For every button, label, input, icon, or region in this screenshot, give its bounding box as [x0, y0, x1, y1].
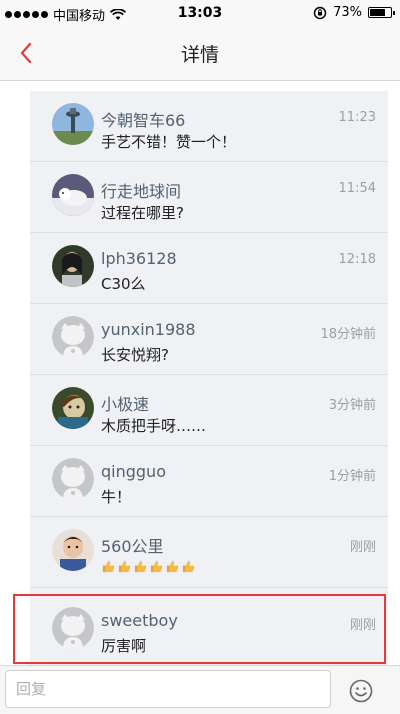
- comment-text: 手艺不错！赞一个！: [101, 133, 237, 151]
- battery-level: [370, 9, 385, 16]
- comment-time: 1分钟前: [328, 469, 376, 484]
- status-right: 73%: [313, 5, 395, 20]
- comment-time: 18分钟前: [320, 327, 376, 342]
- comment-list[interactable]: 今朝智车66 手艺不错！赞一个！ 11:23 行走地球间 过程在哪里? 11:5…: [30, 91, 388, 665]
- comment-author[interactable]: yunxin1988: [101, 320, 196, 339]
- avatar[interactable]: [52, 174, 94, 216]
- navigation-bar: 详情: [0, 26, 400, 81]
- comment-author[interactable]: qingguo: [101, 462, 166, 481]
- comment-text: 长安悦翔?: [101, 346, 169, 364]
- avatar[interactable]: [52, 607, 94, 649]
- comment-time: 12:18: [338, 252, 376, 267]
- emoji-row: [101, 559, 196, 574]
- comment-text: 过程在哪里?: [101, 204, 184, 222]
- avatar[interactable]: [52, 103, 94, 145]
- comment-text: 牛！: [101, 488, 132, 506]
- status-bar: 中国移动 13:03 73%: [0, 0, 400, 26]
- thumbs-up-icon: [102, 560, 115, 573]
- comment-author[interactable]: 小极速: [101, 391, 149, 415]
- default-avatar-icon: [52, 316, 94, 358]
- anime-photo-icon: [52, 387, 94, 429]
- comment-item[interactable]: lph36128 C30么 12:18: [30, 233, 388, 304]
- comment-item[interactable]: 今朝智车66 手艺不错！赞一个！ 11:23: [30, 91, 388, 162]
- orientation-lock-icon: [313, 6, 327, 19]
- default-avatar-icon: [52, 458, 94, 500]
- comment-time: 刚刚: [349, 618, 376, 633]
- avatar[interactable]: [52, 529, 94, 571]
- portrait-photo-icon: [52, 245, 94, 287]
- avatar[interactable]: [52, 387, 94, 429]
- thumbs-up-icon: [118, 560, 131, 573]
- avatar[interactable]: [52, 245, 94, 287]
- comment-author[interactable]: 今朝智车66: [101, 107, 185, 131]
- avatar[interactable]: [52, 458, 94, 500]
- reply-input[interactable]: [5, 670, 331, 708]
- comment-text: 木质把手呀……: [101, 417, 207, 435]
- comment-item[interactable]: qingguo 牛！ 1分钟前: [30, 446, 388, 517]
- page-title: 详情: [180, 44, 219, 66]
- wolf-photo-icon: [52, 174, 94, 216]
- thumbs-up-icon: [134, 560, 147, 573]
- comment-time: 11:23: [338, 110, 376, 125]
- reply-bar: [0, 665, 400, 714]
- thumbs-up-icon: [182, 560, 195, 573]
- comment-time: 3分钟前: [328, 398, 376, 413]
- thumbs-up-icon: [166, 560, 179, 573]
- comment-item[interactable]: yunxin1988 长安悦翔? 18分钟前: [30, 304, 388, 375]
- child-photo-icon: [52, 529, 94, 571]
- comment-item[interactable]: 560公里 刚刚: [30, 517, 388, 588]
- thumbs-up-icon: [150, 560, 163, 573]
- comment-time: 11:54: [338, 181, 376, 196]
- comment-item-highlighted[interactable]: sweetboy 厉害啊 刚刚: [30, 595, 388, 666]
- battery-icon: [368, 7, 395, 18]
- default-avatar-icon: [52, 607, 94, 649]
- battery-percent: 73%: [333, 5, 362, 20]
- comment-author[interactable]: 560公里: [101, 533, 164, 557]
- comment-text: C30么: [101, 275, 146, 293]
- comment-item[interactable]: 小极速 木质把手呀…… 3分钟前: [30, 375, 388, 446]
- comment-item[interactable]: 行走地球间 过程在哪里? 11:54: [30, 162, 388, 233]
- comment-author[interactable]: 行走地球间: [101, 178, 181, 202]
- comment-author[interactable]: lph36128: [101, 249, 177, 268]
- avatar[interactable]: [52, 316, 94, 358]
- comment-author[interactable]: sweetboy: [101, 611, 178, 630]
- smiley-icon[interactable]: [349, 679, 373, 703]
- comment-text: 厉害啊: [101, 637, 147, 655]
- comment-time: 刚刚: [349, 540, 376, 555]
- tower-photo-icon: [52, 103, 94, 145]
